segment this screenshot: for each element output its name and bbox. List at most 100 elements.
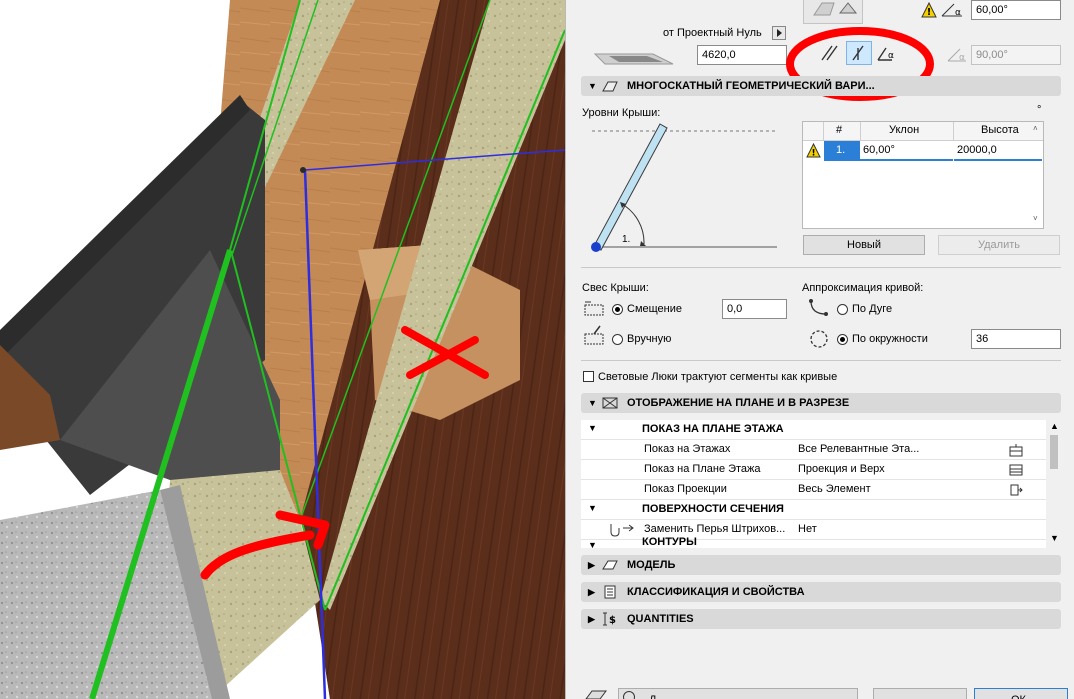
eaves-offset-field[interactable]: 0,0 (722, 299, 787, 319)
roof-shape-icon (813, 2, 858, 16)
by-arc-radio[interactable] (837, 304, 848, 315)
delete-level-button: Удалить (938, 235, 1060, 255)
segments-field[interactable]: 36 (971, 329, 1061, 349)
collapse-triangle-icon: ▼ (588, 398, 597, 408)
row-height-cell[interactable]: 20000,0 (954, 141, 1042, 161)
table-scrollbar[interactable]: ▲ ▼ (1047, 420, 1061, 548)
collapse-triangle-icon: ▼ (588, 540, 597, 548)
group-floor-plan-label: ПОКАЗ НА ПЛАНЕ ЭТАЖА (642, 423, 784, 435)
table-row[interactable]: Показ на Плане Этажа Проекция и Верх (581, 460, 1046, 480)
plan-section-table: ▼ ПОКАЗ НА ПЛАНЕ ЭТАЖА Показ на Этажах В… (581, 420, 1046, 548)
elevation-field[interactable]: 4620,0 (697, 45, 787, 65)
ok-button[interactable]: ОК (974, 688, 1068, 699)
red-circle-annotation (786, 27, 934, 101)
roof-section-icon (602, 81, 618, 92)
cancel-button[interactable] (873, 688, 967, 699)
new-level-button[interactable]: Новый (803, 235, 925, 255)
roof-level-diagram (591, 123, 777, 252)
section-classification-header[interactable]: ▶ КЛАССИФИКАЦИЯ И СВОЙСТВА (581, 582, 1061, 602)
pen-override-icon (610, 524, 634, 537)
projection-icon (1009, 464, 1023, 476)
by-circle-label: По окружности (852, 333, 928, 345)
group-row[interactable]: ▼ ПОВЕРХНОСТИ СЕЧЕНИЯ (581, 500, 1046, 520)
model-icon (602, 560, 618, 570)
corner-glyph: ° (1037, 104, 1042, 116)
skylights-checkbox[interactable] (583, 371, 594, 382)
grid-scroll-down-icon[interactable]: ˅ (1033, 214, 1038, 223)
row-value: Нет (798, 523, 817, 535)
row-number: 1. (836, 144, 846, 156)
scroll-down-icon[interactable]: ▼ (1050, 533, 1059, 543)
layer-dropdown[interactable]: Д (618, 688, 858, 699)
row-label: Заменить Перья Штрихов... (644, 523, 786, 535)
group-row[interactable]: ▼ КОНТУРЫ (581, 536, 1046, 548)
level-marker: 1. (622, 234, 631, 245)
collapse-triangle-icon: ▼ (588, 81, 597, 91)
ok-button-label: ОК (1011, 691, 1026, 699)
roof-settings-panel: ! α 60,00° от Проектный Нуль 4620,0 α α … (565, 0, 1074, 699)
table-row[interactable]: Показ на Этажах Все Релевантные Эта... (581, 440, 1046, 460)
eaves-offset-icon (582, 299, 606, 322)
section-multi-plane-header[interactable]: ▼ МНОГОСКАТНЫЙ ГЕОМЕТРИЧЕСКИЙ ВАРИ... (581, 76, 1061, 96)
layer-dropdown-value: Д (649, 691, 656, 699)
classification-icon (604, 585, 616, 599)
section-model-header[interactable]: ▶ МОДЕЛЬ (581, 555, 1061, 575)
row-warning-icon: ! (806, 142, 821, 161)
grid-row[interactable]: ! 1. 60,00° 20000,0 (803, 141, 1043, 161)
eaves-label: Свес Крыши: (582, 282, 649, 294)
grid-header-slope: Уклон (889, 124, 920, 136)
group-row[interactable]: ▼ ПОКАЗ НА ПЛАНЕ ЭТАЖА (581, 420, 1046, 440)
reference-label: от Проектный Нуль (663, 27, 762, 39)
arc-icon (808, 298, 830, 321)
svg-text:!: ! (811, 149, 815, 159)
plan-section-icon (602, 397, 618, 409)
row-slope: 60,00° (863, 144, 895, 156)
section-quantities-header[interactable]: ▶ $ QUANTITIES (581, 609, 1061, 629)
row-value: Весь Элемент (798, 483, 871, 495)
angle-disabled-field: 90,00° (971, 45, 1061, 65)
elevation-icon (593, 44, 687, 71)
scroll-thumb[interactable] (1050, 435, 1058, 469)
row-label: Показ на Этажах (644, 443, 731, 455)
expand-triangle-icon: ▶ (588, 614, 595, 624)
stories-icon (1009, 444, 1023, 457)
by-arc-label: По Дуге (852, 303, 893, 315)
warning-icon: ! (921, 1, 937, 21)
table-row[interactable]: Показ Проекции Весь Элемент (581, 480, 1046, 500)
roof-levels-label: Уровни Крыши: (582, 107, 661, 119)
circle-icon (808, 328, 830, 353)
pitch-angle-field[interactable]: 60,00° (971, 0, 1061, 20)
section-title: МОДЕЛЬ (627, 559, 676, 571)
expand-triangle-icon: ▶ (588, 587, 595, 597)
collapse-triangle-icon: ▼ (588, 503, 597, 513)
by-circle-radio[interactable] (837, 334, 848, 345)
grid-header-number: # (836, 124, 843, 136)
row-slope-cell[interactable]: 60,00° (860, 141, 953, 161)
section-title: КЛАССИФИКАЦИЯ И СВОЙСТВА (627, 586, 805, 598)
viewport-scene (0, 0, 565, 699)
svg-text:$: $ (609, 615, 616, 626)
scroll-up-icon[interactable]: ▲ (1050, 421, 1059, 431)
row-number-cell: 1. (824, 141, 860, 161)
layer-icon (623, 691, 635, 699)
eaves-manual-icon (582, 324, 606, 351)
row-label: Показ на Плане Этажа (644, 463, 761, 475)
section-title: QUANTITIES (627, 613, 694, 625)
favorites-icon[interactable] (584, 690, 608, 699)
quantities-icon: $ (603, 612, 616, 626)
element-projection-icon (1010, 484, 1023, 496)
grid-header-row: # Уклон Высота (803, 122, 1043, 141)
section-title: ОТОБРАЖЕНИЕ НА ПЛАНЕ И В РАЗРЕЗЕ (627, 397, 850, 409)
svg-text:α: α (955, 8, 961, 18)
eaves-manual-label: Вручную (627, 333, 672, 345)
grid-scroll-up-icon[interactable]: ˄ (1033, 124, 1038, 133)
section-plan-section-header[interactable]: ▼ ОТОБРАЖЕНИЕ НА ПЛАНЕ И В РАЗРЕЗЕ (581, 393, 1061, 413)
grid-header-height: Высота (981, 124, 1019, 136)
eaves-manual-radio[interactable] (612, 334, 623, 345)
row-label: Показ Проекции (644, 483, 727, 495)
eaves-offset-radio[interactable] (612, 304, 623, 315)
roof-levels-grid[interactable]: # Уклон Высота ! 1. 60,00° 20000,0 ˄ ˅ (802, 121, 1044, 229)
3d-viewport[interactable] (0, 0, 565, 699)
group-cut-surfaces-label: ПОВЕРХНОСТИ СЕЧЕНИЯ (642, 503, 784, 515)
svg-text:α: α (959, 53, 965, 63)
